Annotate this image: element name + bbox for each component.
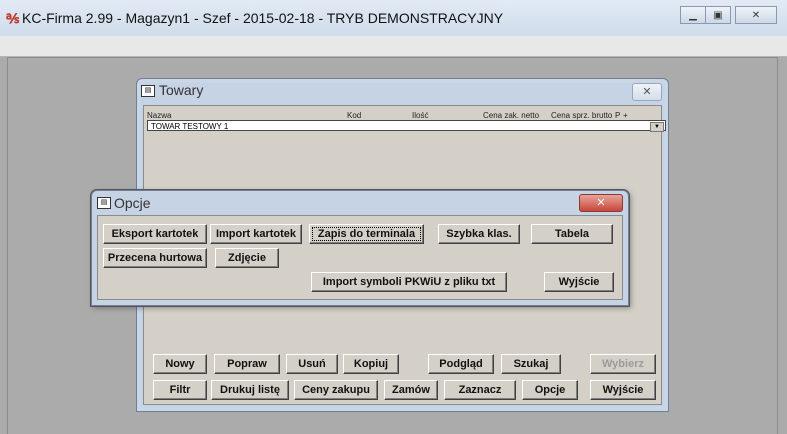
opcje-close-icon[interactable]: ✕	[579, 194, 623, 212]
szybka-klas-button[interactable]: Szybka klas.	[438, 224, 520, 244]
przecena-hurtowa-button[interactable]: Przecena hurtowa	[103, 248, 207, 268]
app-title: KC-Firma 2.99 - Magazyn1 - Szef - 2015-0…	[22, 10, 504, 26]
import-pkwiu-button[interactable]: Import symboli PKWiU z pliku txt	[311, 272, 507, 292]
zamow-button[interactable]: Zamów	[384, 380, 438, 400]
col-cena-sprz[interactable]: Cena sprz. brutto	[551, 111, 612, 120]
col-plus[interactable]: +	[623, 111, 628, 120]
towary-close-icon[interactable]: ✕	[632, 83, 662, 101]
opcje-title: Opcje	[114, 195, 151, 211]
wybierz-button[interactable]: Wybierz	[590, 354, 656, 374]
opcje-wyjscie-button[interactable]: Wyjście	[544, 272, 614, 292]
minimize-icon[interactable]: ▁	[680, 6, 706, 24]
col-ilosc[interactable]: Ilość	[412, 111, 428, 120]
drukuj-liste-button[interactable]: Drukuj listę	[211, 380, 289, 400]
col-p[interactable]: P	[615, 111, 620, 120]
app-icon: ℁	[6, 11, 20, 26]
combo-value: TOWAR TESTOWY 1	[151, 122, 229, 131]
opcje-button[interactable]: Opcje	[522, 380, 578, 400]
import-kartotek-button[interactable]: Import kartotek	[210, 224, 302, 244]
kopiuj-button[interactable]: Kopiuj	[343, 354, 399, 374]
towar-combo[interactable]: TOWAR TESTOWY 1 ▼	[147, 120, 666, 132]
ceny-zakupu-button[interactable]: Ceny zakupu	[294, 380, 378, 400]
window-controls: ▁ ▣ ✕	[680, 6, 777, 24]
dialog-icon: ▤	[97, 197, 111, 209]
window-icon: ▤	[141, 85, 155, 97]
filtr-button[interactable]: Filtr	[153, 380, 207, 400]
chevron-down-icon[interactable]: ▼	[650, 122, 664, 132]
szukaj-button[interactable]: Szukaj	[501, 354, 561, 374]
zdjecie-button[interactable]: Zdjęcie	[215, 248, 279, 268]
app-titlebar: ℁ KC-Firma 2.99 - Magazyn1 - Szef - 2015…	[0, 0, 787, 36]
col-nazwa[interactable]: Nazwa	[147, 111, 171, 120]
podglad-button[interactable]: Podgląd	[428, 354, 494, 374]
towary-title: Towary	[159, 82, 204, 98]
col-kod[interactable]: Kod	[347, 111, 361, 120]
tabela-button[interactable]: Tabela	[531, 224, 613, 244]
eksport-kartotek-button[interactable]: Eksport kartotek	[103, 224, 207, 244]
opcje-dialog: ▤ Opcje ✕ Eksport kartotek Import kartot…	[91, 190, 629, 306]
col-cena-zak[interactable]: Cena zak. netto	[483, 111, 539, 120]
zapis-do-terminala-button[interactable]: Zapis do terminala	[309, 224, 424, 244]
nowy-button[interactable]: Nowy	[153, 354, 207, 374]
menubar	[0, 36, 787, 57]
popraw-button[interactable]: Popraw	[214, 354, 280, 374]
maximize-icon[interactable]: ▣	[705, 6, 731, 24]
zaznacz-button[interactable]: Zaznacz	[444, 380, 516, 400]
close-icon[interactable]: ✕	[735, 6, 777, 24]
wyjscie-button[interactable]: Wyjście	[590, 380, 656, 400]
opcje-client: Eksport kartotek Import kartotek Zapis d…	[97, 215, 623, 300]
usun-button[interactable]: Usuń	[286, 354, 338, 374]
